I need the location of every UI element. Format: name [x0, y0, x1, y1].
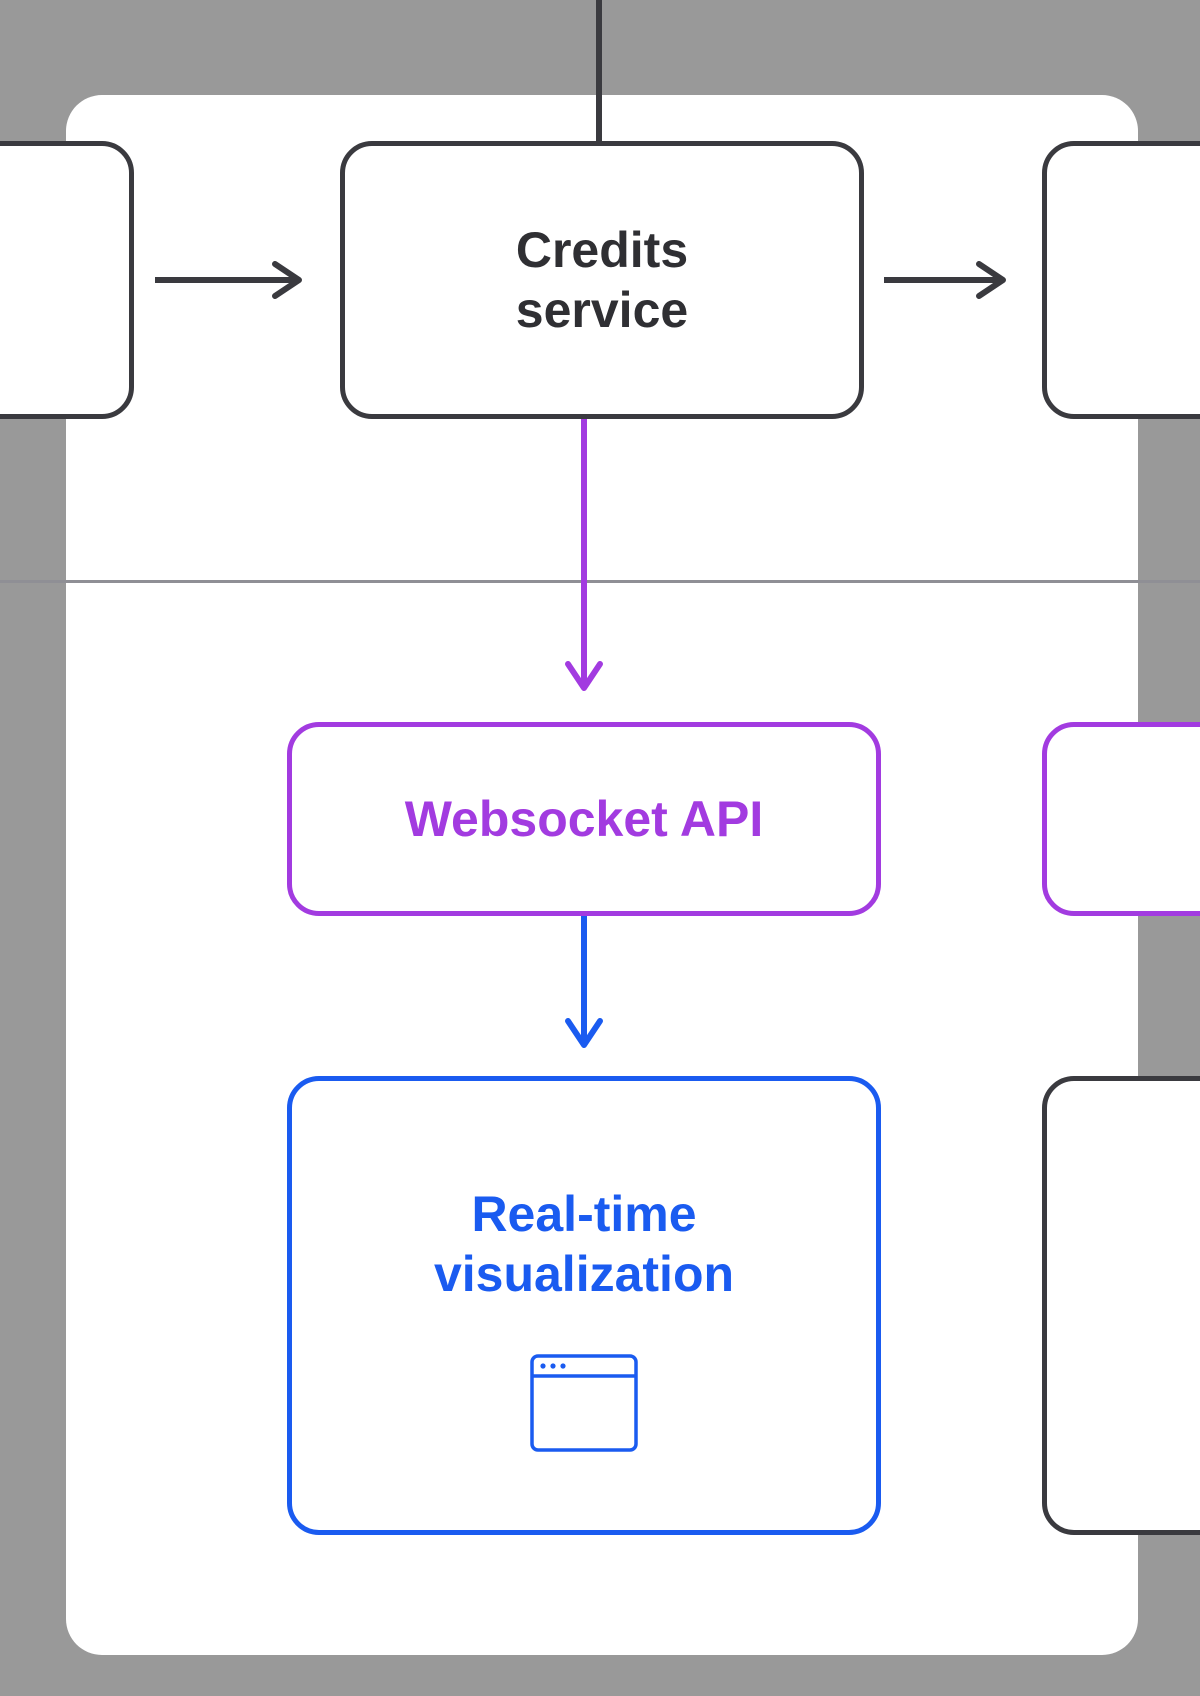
node-realtime-visualization: Real-timevisualization — [287, 1076, 881, 1535]
node-right-top-offscreen: ag — [1042, 141, 1200, 419]
arrow-left-to-credits — [155, 258, 320, 302]
arrow-top-to-credits — [596, 0, 602, 141]
node-right-middle-offscreen — [1042, 722, 1200, 916]
node-websocket-label: Websocket API — [405, 789, 763, 849]
arrow-credits-to-websocket — [562, 419, 606, 709]
node-realtime-label: Real-timevisualization — [434, 1184, 734, 1304]
node-right-bottom-offscreen — [1042, 1076, 1200, 1535]
node-websocket-api: Websocket API — [287, 722, 881, 916]
node-credits-service: Creditsservice — [340, 141, 864, 419]
arrow-websocket-to-realtime — [562, 916, 606, 1066]
arrow-credits-to-right — [884, 258, 1024, 302]
node-credits-label: Creditsservice — [516, 220, 688, 340]
node-left-offscreen — [0, 141, 134, 419]
browser-window-icon — [530, 1354, 638, 1452]
